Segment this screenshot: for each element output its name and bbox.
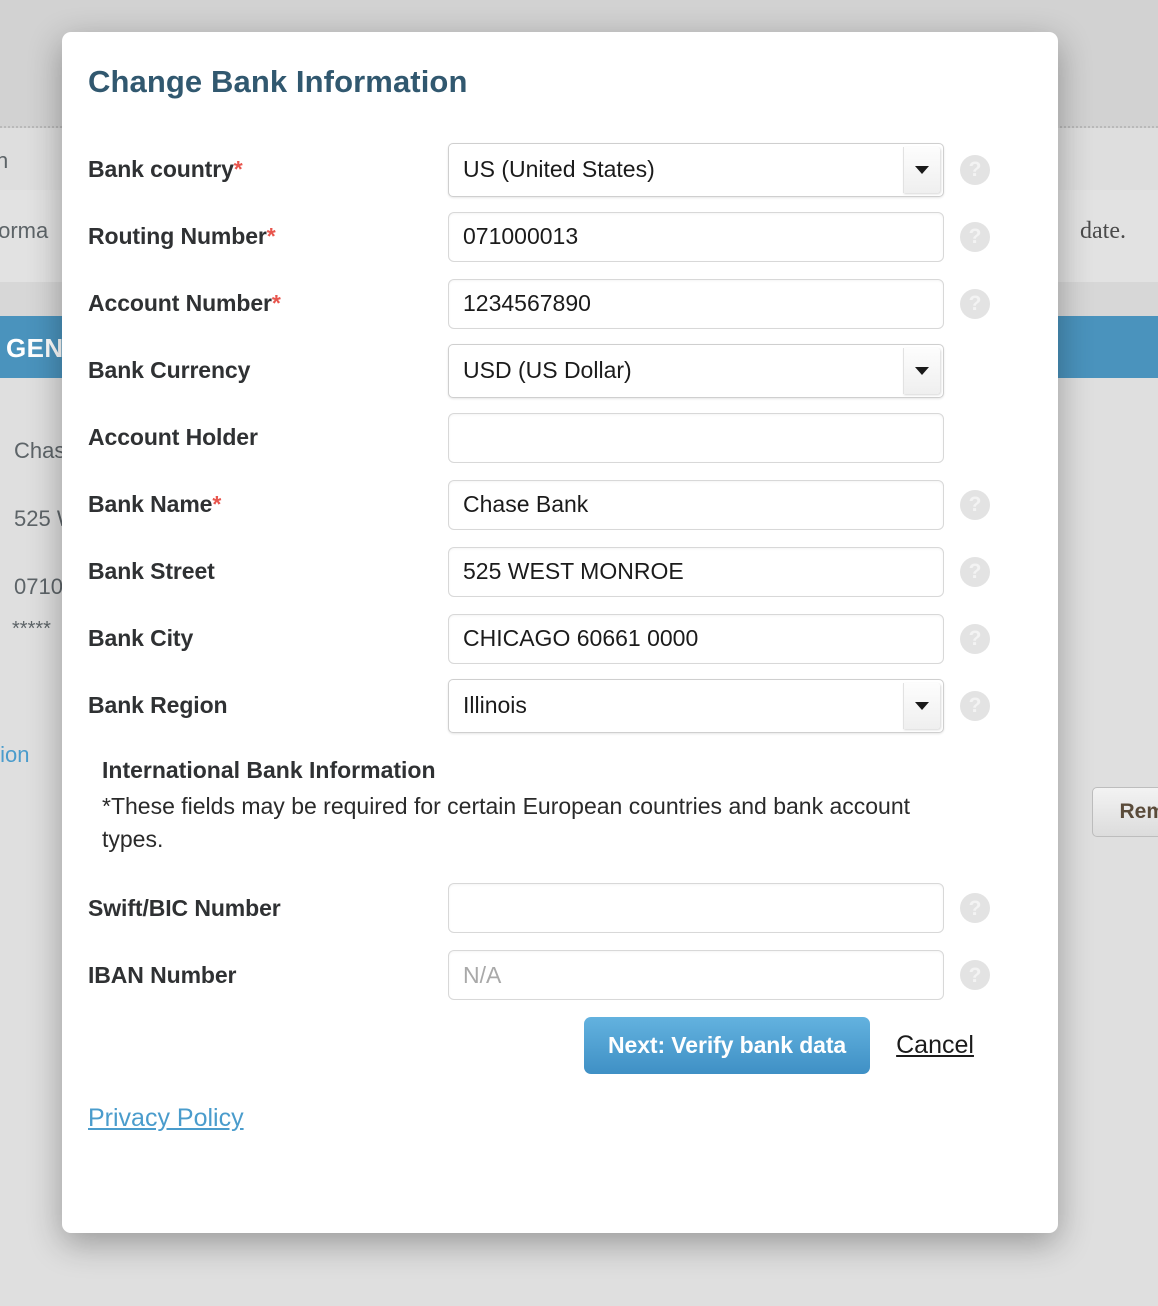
label-routing-number: Routing Number* (88, 223, 448, 250)
input-bank-city[interactable] (448, 614, 944, 664)
background-routing-fragment: 0710 (14, 574, 63, 600)
label-bank-city: Bank City (88, 625, 448, 652)
chevron-down-icon[interactable] (903, 683, 940, 729)
background-bank-name-fragment: Chas (14, 438, 65, 464)
label-text: Bank country (88, 156, 234, 182)
field-wrapper: ? (448, 480, 944, 530)
background-date-fragment: date. (1080, 218, 1126, 245)
main-field-rows: Bank country*US (United States)?Routing … (88, 136, 1058, 739)
label-text: IBAN Number (88, 962, 236, 988)
input-bank-street[interactable] (448, 547, 944, 597)
label-bank-region: Bank Region (88, 692, 448, 719)
input-routing-number[interactable] (448, 212, 944, 262)
caret-glyph (915, 367, 929, 375)
help-icon[interactable]: ? (960, 155, 990, 185)
label-bank-name: Bank Name* (88, 491, 448, 518)
chevron-down-icon[interactable] (903, 147, 940, 193)
label-bank-currency: Bank Currency (88, 357, 448, 384)
label-bank-country: Bank country* (88, 156, 448, 183)
form-row: IBAN Number? (88, 942, 1058, 1009)
next-verify-bank-data-button[interactable]: Next: Verify bank data (584, 1017, 870, 1074)
help-icon[interactable]: ? (960, 289, 990, 319)
input-bank-name[interactable] (448, 480, 944, 530)
bank-information-form: Bank country*US (United States)?Routing … (88, 136, 1058, 1133)
field-wrapper: ? (448, 614, 944, 664)
label-bank-street: Bank Street (88, 558, 448, 585)
caret-glyph (915, 702, 929, 710)
form-row: Account Holder (88, 404, 1058, 471)
background-info-fragment: forma (0, 218, 48, 244)
change-bank-information-dialog: Change Bank Information Bank country*US … (62, 32, 1058, 1233)
background-link-fragment[interactable]: tion (0, 742, 29, 768)
form-row: Bank country*US (United States)? (88, 136, 1058, 203)
international-field-rows: Swift/BIC Number?IBAN Number? (88, 875, 1058, 1009)
background-masked-fragment: ***** (12, 618, 51, 641)
select-value: Illinois (449, 692, 527, 719)
form-row: Bank Region Illinois? (88, 672, 1058, 739)
help-icon[interactable]: ? (960, 624, 990, 654)
required-marker: * (234, 156, 243, 182)
help-icon[interactable]: ? (960, 691, 990, 721)
help-icon[interactable]: ? (960, 960, 990, 990)
dialog-title: Change Bank Information (88, 64, 468, 100)
field-wrapper: ? (448, 547, 944, 597)
label-swift-bic-number: Swift/BIC Number (88, 895, 448, 922)
field-wrapper: ? (448, 883, 944, 933)
help-icon[interactable]: ? (960, 893, 990, 923)
privacy-policy-link[interactable]: Privacy Policy (88, 1104, 244, 1133)
form-row: Bank Name*? (88, 471, 1058, 538)
label-iban-number: IBAN Number (88, 962, 448, 989)
required-marker: * (272, 290, 281, 316)
chevron-down-icon[interactable] (903, 348, 940, 394)
background-remove-button[interactable]: Rem (1092, 787, 1158, 837)
field-wrapper: Illinois? (448, 679, 944, 733)
cancel-link[interactable]: Cancel (896, 1031, 974, 1060)
select-bank-currency[interactable]: USD (US Dollar) (448, 344, 944, 398)
field-wrapper (448, 413, 944, 463)
field-wrapper: USD (US Dollar) (448, 344, 944, 398)
select-bank-region[interactable]: Illinois (448, 679, 944, 733)
form-row: Bank Street? (88, 538, 1058, 605)
label-text: Account Number (88, 290, 272, 316)
form-row: Account Number*? (88, 270, 1058, 337)
dialog-actions: Next: Verify bank data Cancel (88, 1017, 1058, 1074)
input-account-number[interactable] (448, 279, 944, 329)
select-value: US (United States) (449, 156, 655, 183)
label-text: Bank Region (88, 692, 227, 718)
background-nav-fragment: n (0, 148, 8, 174)
label-text: Bank Street (88, 558, 215, 584)
label-text: Account Holder (88, 424, 258, 450)
select-bank-country[interactable]: US (United States) (448, 143, 944, 197)
input-iban-number[interactable] (448, 950, 944, 1000)
field-wrapper: ? (448, 279, 944, 329)
help-icon[interactable]: ? (960, 222, 990, 252)
field-wrapper: ? (448, 212, 944, 262)
label-text: Swift/BIC Number (88, 895, 281, 921)
form-row: Routing Number*? (88, 203, 1058, 270)
field-wrapper: US (United States)? (448, 143, 944, 197)
label-text: Bank City (88, 625, 193, 651)
label-text: Bank Name (88, 491, 212, 517)
field-wrapper: ? (448, 950, 944, 1000)
input-account-holder[interactable] (448, 413, 944, 463)
label-text: Routing Number (88, 223, 267, 249)
form-row: Bank City? (88, 605, 1058, 672)
help-icon[interactable]: ? (960, 557, 990, 587)
help-icon[interactable]: ? (960, 490, 990, 520)
select-value: USD (US Dollar) (449, 357, 632, 384)
input-swift-bic-number[interactable] (448, 883, 944, 933)
international-bank-information-section: International Bank Information *These fi… (102, 757, 962, 857)
caret-glyph (915, 166, 929, 174)
required-marker: * (267, 223, 276, 249)
international-section-note: *These fields may be required for certai… (102, 790, 962, 857)
form-row: Swift/BIC Number? (88, 875, 1058, 942)
label-text: Bank Currency (88, 357, 250, 383)
label-account-holder: Account Holder (88, 424, 448, 451)
label-account-number: Account Number* (88, 290, 448, 317)
international-section-heading: International Bank Information (102, 757, 962, 784)
form-row: Bank Currency USD (US Dollar) (88, 337, 1058, 404)
required-marker: * (212, 491, 221, 517)
